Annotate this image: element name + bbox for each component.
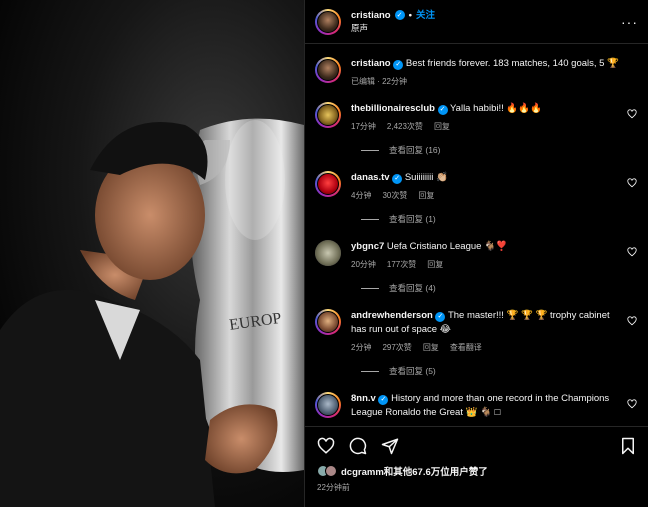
comment-likes[interactable]: 177次赞: [387, 259, 416, 270]
comments-list[interactable]: cristiano ✓ Best friends forever. 183 ma…: [305, 45, 648, 426]
view-replies-button[interactable]: 查看回复 (5): [361, 365, 638, 377]
caption-meta: 已编辑 · 22分钟: [351, 77, 408, 86]
like-heart-icon[interactable]: [317, 437, 335, 455]
more-options-icon[interactable]: ···: [621, 14, 638, 30]
post-caption: cristiano ✓ Best friends forever. 183 ma…: [315, 57, 638, 87]
comment-time[interactable]: 4分钟: [351, 190, 371, 201]
follow-button[interactable]: 关注: [416, 9, 435, 22]
view-replies-button[interactable]: 查看回复 (1): [361, 213, 638, 225]
comment-username[interactable]: andrewhenderson: [351, 310, 433, 321]
verified-badge-icon: ✓: [392, 173, 403, 184]
comment-likes[interactable]: 2,423次赞: [387, 121, 423, 132]
comment-username[interactable]: thebillionairesclub: [351, 103, 435, 114]
replies-divider: [361, 370, 379, 372]
replies-divider: [361, 287, 379, 289]
liked-by-text[interactable]: dcgramm和其他67.6万位用户赞了: [341, 464, 488, 478]
comment-time[interactable]: 2分钟: [351, 342, 371, 353]
caption-text: Best friends forever. 183 matches, 140 g…: [405, 58, 619, 69]
post-modal: EUROP cristiano ✓ • 关注 原声 ··· cristiano …: [0, 0, 648, 507]
verified-badge-icon: ✓: [378, 394, 389, 405]
caption-avatar[interactable]: [315, 57, 341, 83]
comment-text: Suiiiiiiii 👏🏼: [404, 172, 448, 183]
see-translation-button[interactable]: 查看翻译: [450, 342, 482, 353]
comment-item: andrewhenderson ✓ The master!!! 🏆 🏆 🏆 tr…: [315, 309, 638, 353]
comment-item: danas.tv ✓ Suiiiiiiii 👏🏼 4分钟 30次赞 回复: [315, 171, 638, 201]
reply-button[interactable]: 回复: [418, 190, 434, 201]
like-comment-heart-icon[interactable]: [627, 316, 637, 326]
view-replies-label[interactable]: 查看回复 (4): [389, 282, 436, 294]
comment-bubble-icon[interactable]: [349, 437, 367, 455]
comment-text: Yalla habibi!! 🔥🔥🔥: [450, 103, 542, 114]
audio-label[interactable]: 原声: [351, 22, 435, 35]
comment-avatar[interactable]: [315, 102, 341, 128]
likes-summary[interactable]: dcgramm和其他67.6万位用户赞了: [317, 464, 488, 478]
comment-item: 8nn.v ✓ History and more than one record…: [315, 392, 638, 420]
view-replies-label[interactable]: 查看回复 (5): [389, 365, 436, 377]
reply-button[interactable]: 回复: [427, 259, 443, 270]
verified-badge-icon: ✓: [437, 104, 448, 115]
player-kissing-trophy-illustration: EUROP: [0, 118, 304, 507]
author-avatar[interactable]: [315, 8, 341, 35]
caption-username[interactable]: cristiano: [351, 58, 391, 69]
liker-avatar: [325, 465, 337, 477]
replies-divider: [361, 218, 379, 220]
share-paper-plane-icon[interactable]: [381, 437, 399, 455]
comment-avatar[interactable]: [315, 309, 341, 335]
comment-avatar[interactable]: [315, 240, 341, 266]
post-header: cristiano ✓ • 关注 原声 ···: [305, 0, 648, 44]
comment-avatar[interactable]: [315, 171, 341, 197]
post-timestamp[interactable]: 22分钟前: [317, 482, 350, 493]
comment-item: thebillionairesclub ✓ Yalla habibi!! 🔥🔥🔥…: [315, 102, 638, 132]
view-replies-label[interactable]: 查看回复 (1): [389, 213, 436, 225]
comment-text: Uefa Cristiano League 🐐❣️: [386, 241, 508, 252]
save-bookmark-icon[interactable]: [620, 437, 636, 455]
view-replies-button[interactable]: 查看回复 (16): [361, 144, 638, 156]
like-comment-heart-icon[interactable]: [627, 399, 637, 409]
verified-badge-icon: ✓: [435, 311, 446, 322]
like-comment-heart-icon[interactable]: [627, 178, 637, 188]
verified-badge-icon: ✓: [393, 59, 404, 70]
comment-likes[interactable]: 30次赞: [382, 190, 407, 201]
comment-text: History and more than one record in the …: [351, 393, 610, 418]
separator-dot: •: [408, 9, 412, 21]
like-comment-heart-icon[interactable]: [627, 109, 637, 119]
reply-button[interactable]: 回复: [423, 342, 439, 353]
reply-button[interactable]: 回复: [434, 121, 450, 132]
post-actions: [305, 426, 648, 464]
author-username[interactable]: cristiano: [351, 9, 391, 22]
comment-username[interactable]: ybgnc7: [351, 241, 384, 252]
comments-panel: cristiano ✓ • 关注 原声 ··· cristiano ✓ Best…: [304, 0, 648, 507]
comment-item: ybgnc7 Uefa Cristiano League 🐐❣️ 20分钟 17…: [315, 240, 638, 270]
liker-avatars: [317, 465, 337, 477]
comment-likes[interactable]: 297次赞: [382, 342, 411, 353]
view-replies-label[interactable]: 查看回复 (16): [389, 144, 440, 156]
comment-username[interactable]: danas.tv: [351, 172, 390, 183]
like-comment-heart-icon[interactable]: [627, 247, 637, 257]
post-image[interactable]: EUROP: [0, 0, 304, 507]
comment-username[interactable]: 8nn.v: [351, 393, 376, 404]
comment-time[interactable]: 20分钟: [351, 259, 376, 270]
comment-avatar[interactable]: [315, 392, 341, 418]
view-replies-button[interactable]: 查看回复 (4): [361, 282, 638, 294]
comment-time[interactable]: 17分钟: [351, 121, 376, 132]
replies-divider: [361, 149, 379, 151]
verified-badge-icon: ✓: [394, 10, 405, 20]
